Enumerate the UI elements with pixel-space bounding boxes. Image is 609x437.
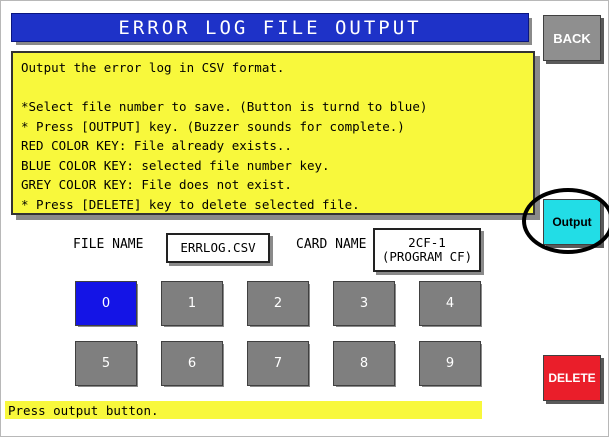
- info-line: * Press [DELETE] key to delete selected …: [21, 196, 360, 212]
- highlight-circle: [522, 188, 609, 254]
- card-name-line2: (PROGRAM CF): [381, 249, 473, 264]
- file-key-9[interactable]: 9: [419, 341, 481, 386]
- page-title: ERROR LOG FILE OUTPUT: [11, 13, 529, 42]
- card-name-field: 2CF-1 (PROGRAM CF): [373, 228, 481, 272]
- info-line: Output the error log in CSV format.: [21, 60, 285, 75]
- file-key-6[interactable]: 6: [161, 341, 223, 386]
- info-line: [21, 78, 525, 98]
- delete-button[interactable]: DELETE: [543, 355, 601, 401]
- file-key-1[interactable]: 1: [161, 281, 223, 326]
- status-bar: Press output button.: [5, 401, 482, 419]
- info-line: GREY COLOR KEY: File does not exist.: [21, 177, 292, 192]
- file-name-label: FILE NAME: [73, 237, 144, 252]
- card-name-label: CARD NAME: [296, 237, 367, 252]
- file-key-5[interactable]: 5: [75, 341, 137, 386]
- info-line: *Select file number to save. (Button is …: [21, 99, 428, 114]
- file-key-7[interactable]: 7: [247, 341, 309, 386]
- file-name-field: ERRLOG.CSV: [166, 233, 270, 263]
- info-panel: Output the error log in CSV format. *Sel…: [11, 51, 535, 215]
- info-line: * Press [OUTPUT] key. (Buzzer sounds for…: [21, 118, 405, 134]
- info-line: BLUE COLOR KEY: selected file number key…: [21, 157, 330, 173]
- file-key-4[interactable]: 4: [419, 281, 481, 326]
- file-key-2[interactable]: 2: [247, 281, 309, 326]
- info-line: RED COLOR KEY: File already exists..: [21, 138, 292, 153]
- back-button[interactable]: BACK: [543, 15, 601, 61]
- file-key-0[interactable]: 0: [75, 281, 137, 326]
- file-key-8[interactable]: 8: [333, 341, 395, 386]
- card-name-line1: 2CF-1: [408, 235, 446, 250]
- file-key-3[interactable]: 3: [333, 281, 395, 326]
